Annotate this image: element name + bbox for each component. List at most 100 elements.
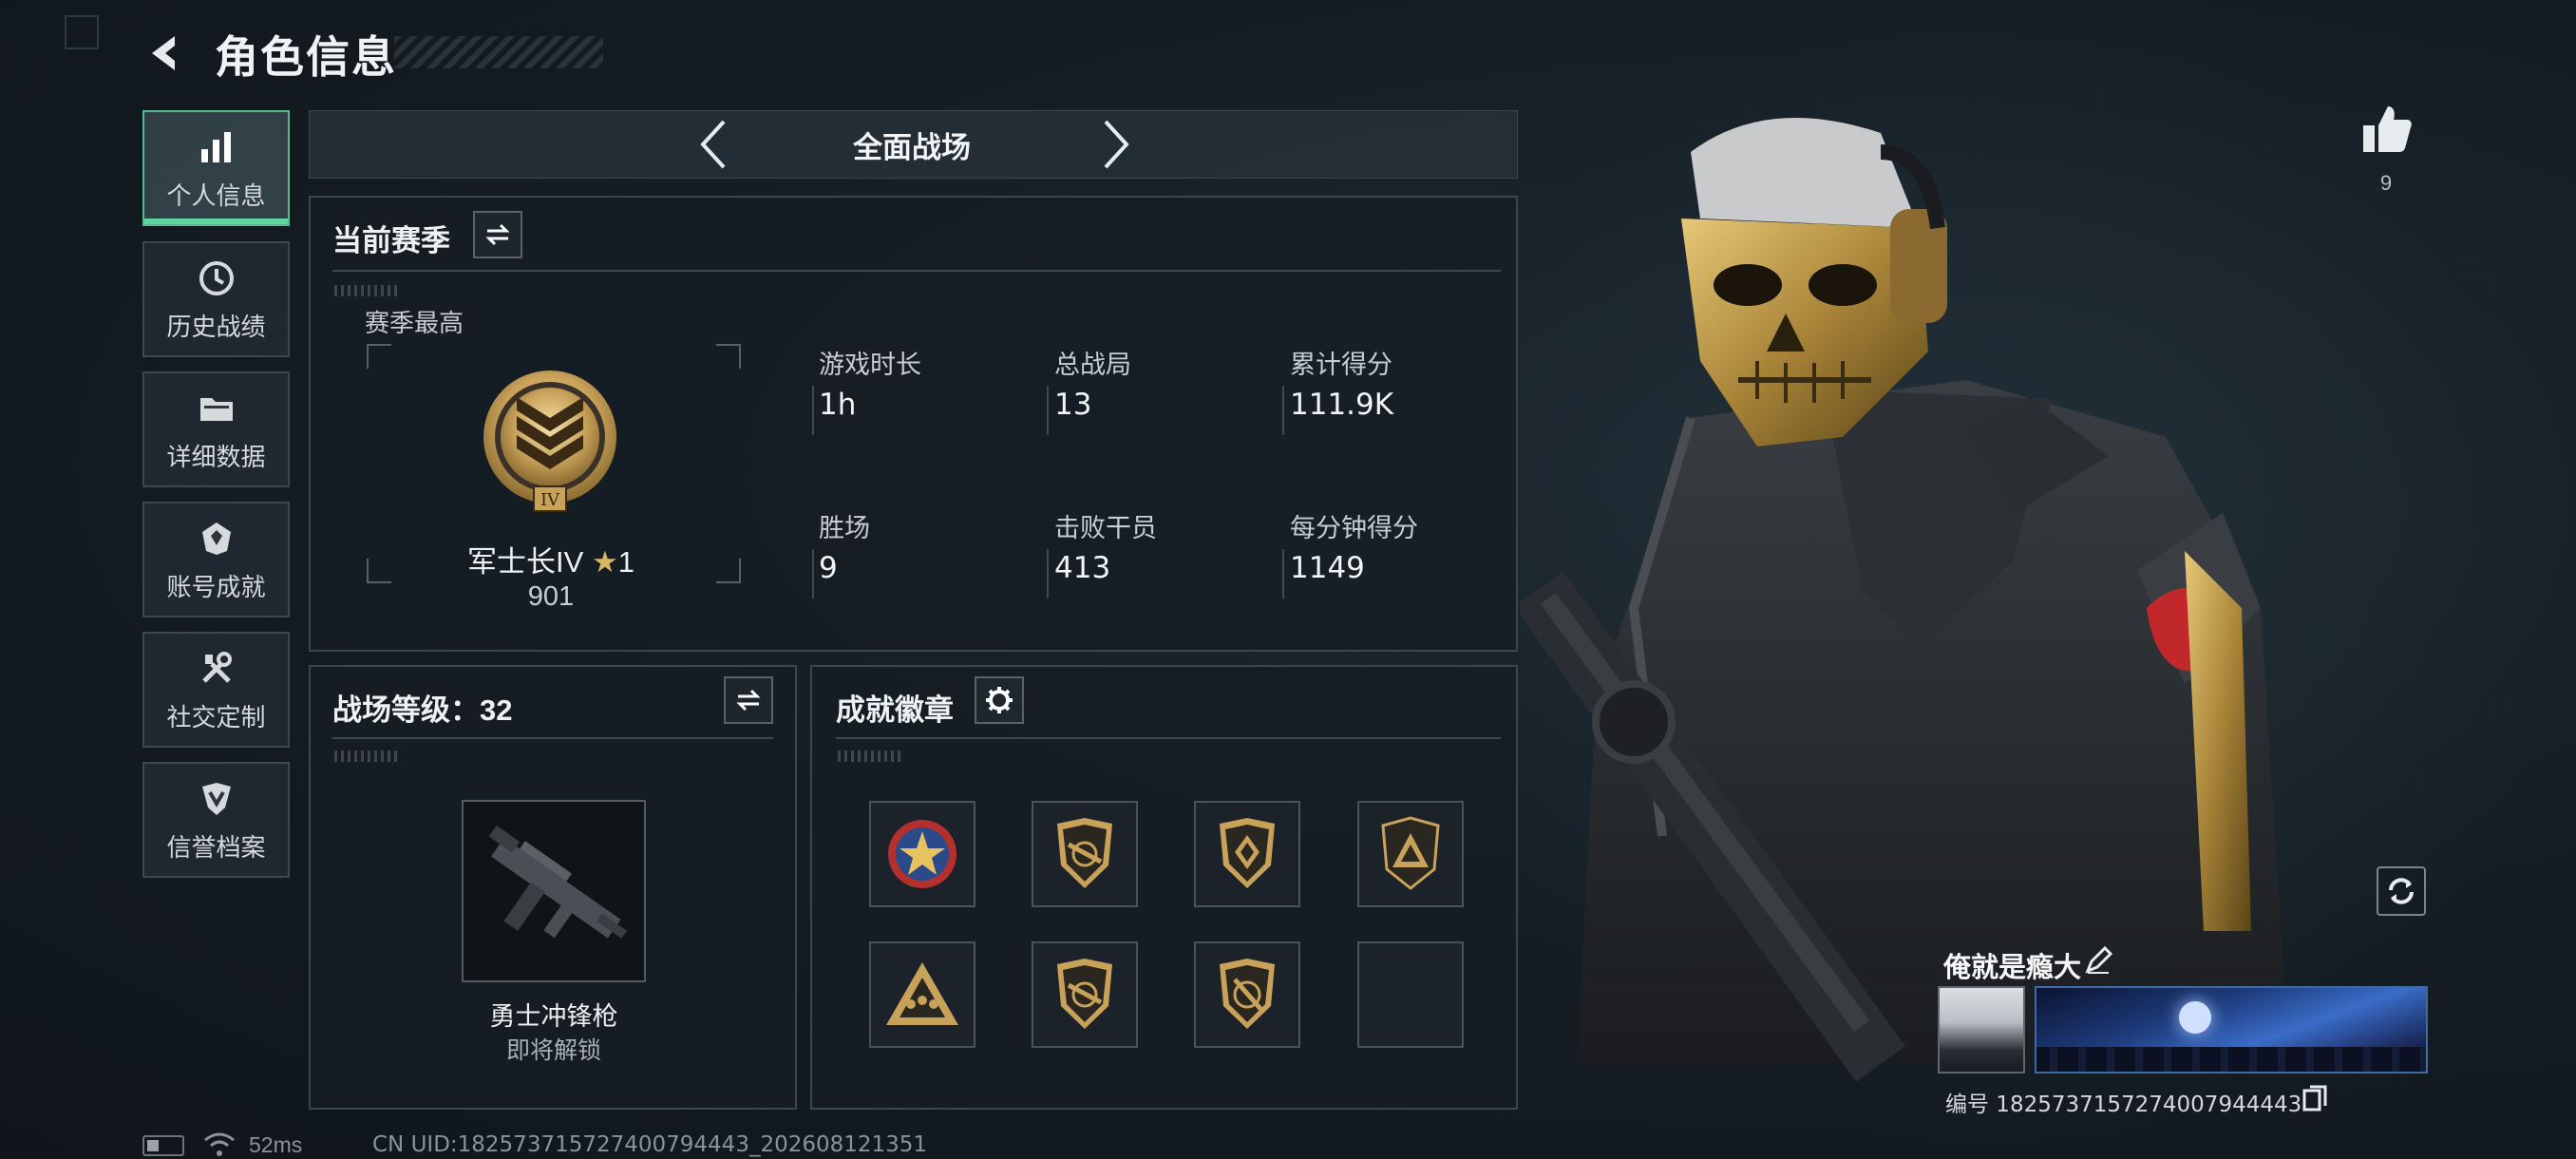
- star-icon: ★: [591, 545, 618, 579]
- season-best-label: 赛季最高: [365, 309, 464, 337]
- stat-label: 胜场: [819, 514, 870, 542]
- weapon-reward-card[interactable]: [462, 800, 646, 982]
- sidebar-item-label: 详细数据: [166, 442, 266, 471]
- mode-label: 全面战场: [853, 131, 971, 164]
- rank-badge-icon: IV: [479, 369, 621, 521]
- svg-text:IV: IV: [540, 490, 560, 510]
- stat-separator: [812, 386, 814, 435]
- triangle-squad-badge-icon: [886, 962, 958, 1025]
- corner-decoration: [65, 15, 99, 49]
- rotate-icon: [2389, 878, 2414, 904]
- decor-lines: [838, 750, 904, 762]
- mode-next-button[interactable]: [1085, 114, 1146, 175]
- stat-value: 413: [1054, 551, 1111, 585]
- badge-slot[interactable]: [1194, 941, 1300, 1048]
- rank-stars: 1: [617, 545, 635, 579]
- stat-value: 1h: [819, 388, 857, 422]
- tools-icon: [195, 647, 238, 691]
- sidebar-item-detailed-data[interactable]: 详细数据: [142, 371, 290, 487]
- stat-separator: [812, 549, 814, 598]
- player-id: 编号 1825737157274007944443: [1945, 1092, 2302, 1117]
- stat-label: 游戏时长: [819, 351, 921, 379]
- rifle-shield-badge-icon: [1057, 818, 1112, 888]
- back-button[interactable]: [142, 30, 188, 76]
- moon-decoration: [2179, 1001, 2211, 1034]
- badge-slot[interactable]: [1357, 801, 1464, 907]
- chevron-right-icon: [1104, 120, 1129, 169]
- stat-value: 9: [819, 551, 838, 585]
- rank-name: 军士长IV: [467, 545, 584, 579]
- sidebar-item-social[interactable]: 社交定制: [142, 632, 290, 748]
- sidebar-item-personal-info[interactable]: 个人信息: [142, 110, 290, 226]
- rifle-shield-badge-icon: [1057, 959, 1112, 1029]
- stat-label: 击败干员: [1054, 514, 1157, 542]
- swap-icon: [736, 689, 761, 712]
- wifi-icon: [203, 1130, 236, 1159]
- sidebar-item-label: 社交定制: [166, 702, 266, 732]
- stat-separator: [1047, 386, 1049, 435]
- decor-lines: [334, 285, 401, 296]
- back-arrow-icon: [152, 36, 175, 70]
- pencil-icon: [2085, 945, 2113, 974]
- sidebar-item-label: 个人信息: [166, 180, 266, 210]
- avatar[interactable]: [1938, 986, 2025, 1074]
- skyline-decoration: [2036, 1047, 2426, 1072]
- battery-icon: [142, 1135, 184, 1156]
- rank-score: 901: [527, 581, 575, 612]
- badges-panel-title: 成就徽章: [836, 694, 954, 727]
- badge-slot[interactable]: [869, 801, 975, 907]
- badge-slot[interactable]: [1032, 941, 1138, 1048]
- stat-separator: [1282, 549, 1284, 598]
- sidebar-item-label: 账号成就: [166, 572, 266, 601]
- copy-icon: [2302, 1085, 2327, 1112]
- ping-value: 52ms: [249, 1132, 303, 1157]
- history-icon: [195, 256, 238, 300]
- player-name: 俺就是瘾大: [1943, 953, 2082, 983]
- rank-frame-corner: [716, 559, 741, 583]
- level-panel-divider: [332, 737, 773, 739]
- stat-value: 1149: [1290, 551, 1365, 585]
- rotate-character-button[interactable]: [2377, 866, 2426, 916]
- weapon-name: 勇士冲锋枪: [489, 1002, 618, 1031]
- stat-label: 总战局: [1054, 351, 1131, 379]
- badge-slot[interactable]: [1032, 801, 1138, 907]
- like-count: 9: [2379, 171, 2393, 195]
- diamond-shield-badge-icon: [1220, 818, 1275, 888]
- profile-banner[interactable]: [2035, 986, 2428, 1074]
- sidebar-item-history[interactable]: 历史战绩: [142, 241, 290, 357]
- season-switch-button[interactable]: [473, 211, 522, 258]
- star-emblem-badge-icon: [888, 820, 957, 888]
- stat-value: 111.9K: [1290, 388, 1394, 422]
- stat-value: 13: [1054, 388, 1092, 422]
- sidebar-item-achievements[interactable]: 账号成就: [142, 502, 290, 618]
- season-panel-title: 当前赛季: [332, 224, 450, 257]
- stat-separator: [1047, 549, 1049, 598]
- swap-icon: [485, 223, 510, 246]
- stat-label: 每分钟得分: [1290, 514, 1418, 542]
- badge-slot-empty[interactable]: [1357, 941, 1464, 1048]
- thumbs-up-icon: [2363, 106, 2412, 152]
- achievement-icon: [195, 517, 238, 560]
- sidebar-item-credit[interactable]: 信誉档案: [142, 762, 290, 878]
- badge-slot[interactable]: [869, 941, 975, 1048]
- title-decoration: [394, 36, 603, 68]
- level-switch-button[interactable]: [724, 676, 773, 724]
- like-button[interactable]: [2359, 103, 2413, 156]
- page-title: 角色信息: [215, 32, 397, 82]
- badge-slot[interactable]: [1194, 801, 1300, 907]
- gear-icon: [986, 687, 1013, 713]
- rank-frame-corner: [367, 344, 391, 369]
- badge-settings-button[interactable]: [975, 676, 1024, 724]
- rank-frame-corner: [367, 559, 391, 583]
- stat-separator: [1282, 386, 1284, 435]
- folder-icon: [195, 387, 238, 430]
- copy-id-button[interactable]: [2302, 1085, 2327, 1112]
- edit-name-button[interactable]: [2084, 945, 2114, 977]
- bar-chart-icon: [195, 125, 238, 169]
- uid-line: CN UID:182573715727400794443_20260812135…: [372, 1132, 928, 1157]
- stat-label: 累计得分: [1290, 351, 1392, 379]
- smg-weapon-icon: [488, 825, 628, 939]
- rank-frame-corner: [716, 344, 741, 369]
- sidebar-item-label: 信誉档案: [166, 832, 266, 862]
- blade-shield-badge-icon: [1220, 959, 1275, 1029]
